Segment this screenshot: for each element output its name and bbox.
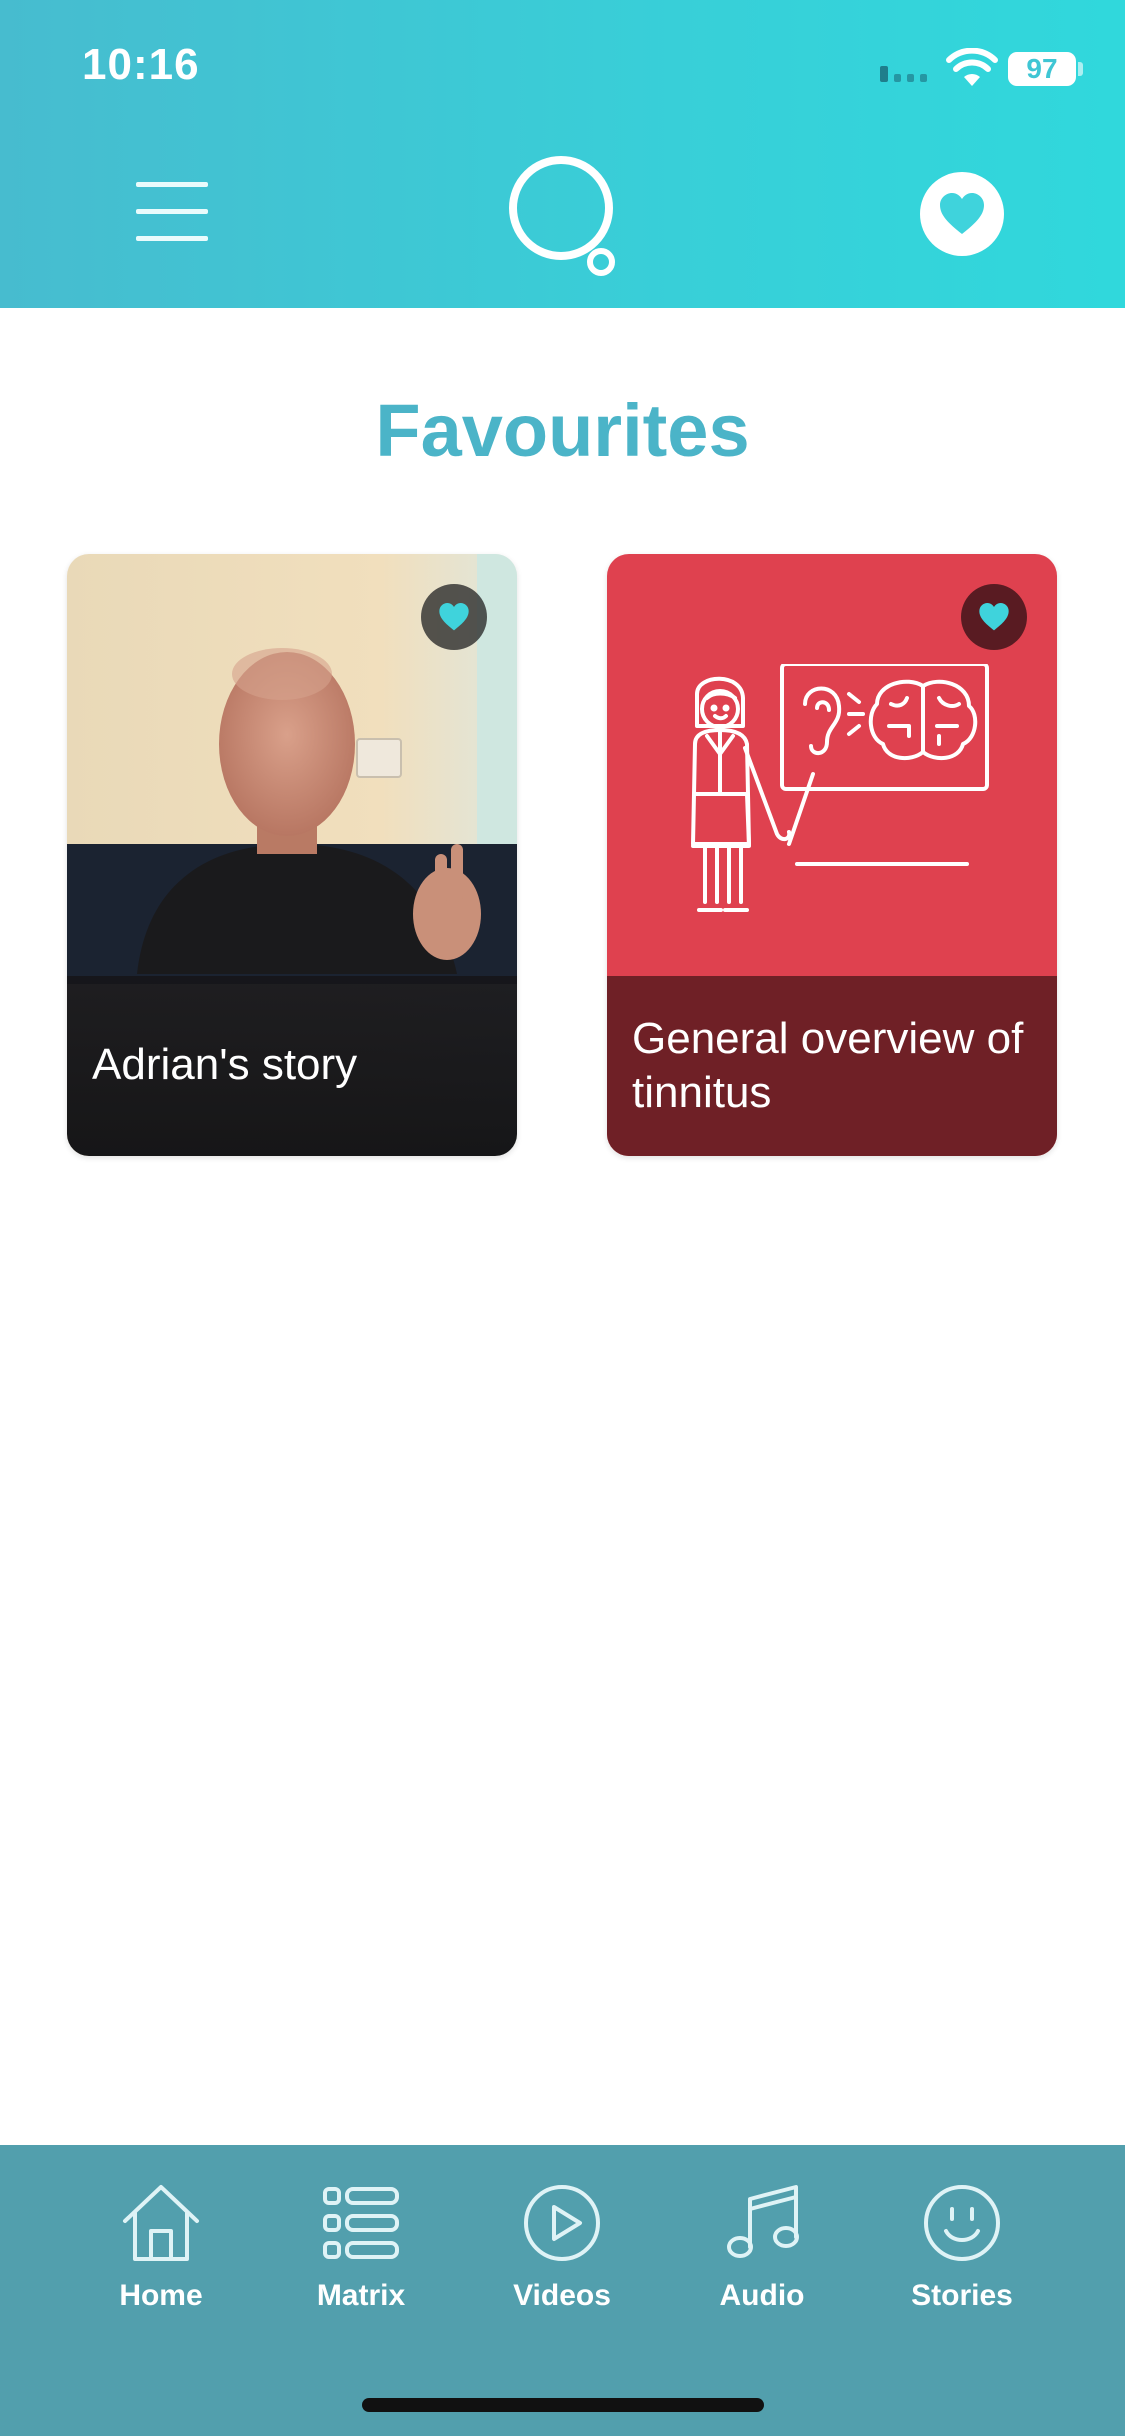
card-title: General overview of tinnitus bbox=[632, 1014, 1024, 1117]
favourite-card-adrians-story[interactable]: Adrian's story bbox=[67, 554, 517, 1156]
card-caption: Adrian's story bbox=[67, 976, 517, 1156]
home-indicator bbox=[362, 2398, 764, 2412]
play-icon bbox=[524, 2185, 600, 2261]
nav-label: Videos bbox=[513, 2279, 611, 2312]
nav-item-home[interactable]: Home bbox=[76, 2181, 246, 2351]
status-time: 10:16 bbox=[82, 40, 200, 89]
teacher-presentation-illustration bbox=[691, 664, 989, 912]
nav-item-audio[interactable]: Audio bbox=[677, 2181, 847, 2351]
app-header: 10:16 97 bbox=[0, 0, 1125, 308]
favourite-card-tinnitus-overview[interactable]: General overview of tinnitus bbox=[607, 554, 1057, 1156]
nav-label: Home bbox=[119, 2279, 203, 2312]
heart-icon bbox=[940, 193, 984, 234]
home-icon bbox=[123, 2185, 199, 2261]
favourite-toggle-button[interactable] bbox=[961, 584, 1027, 650]
nav-item-stories[interactable]: Stories bbox=[877, 2181, 1047, 2351]
heart-icon bbox=[979, 603, 1009, 631]
thought-bubble-logo[interactable] bbox=[505, 152, 625, 282]
hamburger-menu-icon[interactable] bbox=[132, 172, 212, 252]
battery-tip bbox=[1078, 62, 1083, 76]
nav-label: Stories bbox=[911, 2279, 1013, 2312]
nav-label: Audio bbox=[719, 2279, 805, 2312]
smiley-face-icon bbox=[924, 2185, 1000, 2261]
page-title: Favourites bbox=[375, 389, 750, 472]
favourites-button[interactable] bbox=[920, 172, 1004, 256]
bottom-navigation: Home Matrix Videos Audio Stories bbox=[0, 2145, 1125, 2436]
favourite-toggle-button[interactable] bbox=[421, 584, 487, 650]
wifi-icon bbox=[946, 48, 998, 86]
cellular-signal-icon bbox=[880, 66, 927, 82]
heart-icon bbox=[439, 603, 469, 631]
music-note-icon bbox=[727, 2185, 799, 2258]
battery-indicator: 97 bbox=[1008, 52, 1076, 86]
nav-item-matrix[interactable]: Matrix bbox=[276, 2181, 446, 2351]
card-caption: General overview of tinnitus bbox=[607, 976, 1057, 1156]
nav-label: Matrix bbox=[316, 2279, 406, 2312]
list-icon bbox=[323, 2187, 399, 2259]
favourites-screen: 10:16 97 Favourites Adrian's story Gener… bbox=[0, 0, 1125, 2436]
card-title: Adrian's story bbox=[92, 1040, 358, 1089]
nav-item-videos[interactable]: Videos bbox=[477, 2181, 647, 2351]
